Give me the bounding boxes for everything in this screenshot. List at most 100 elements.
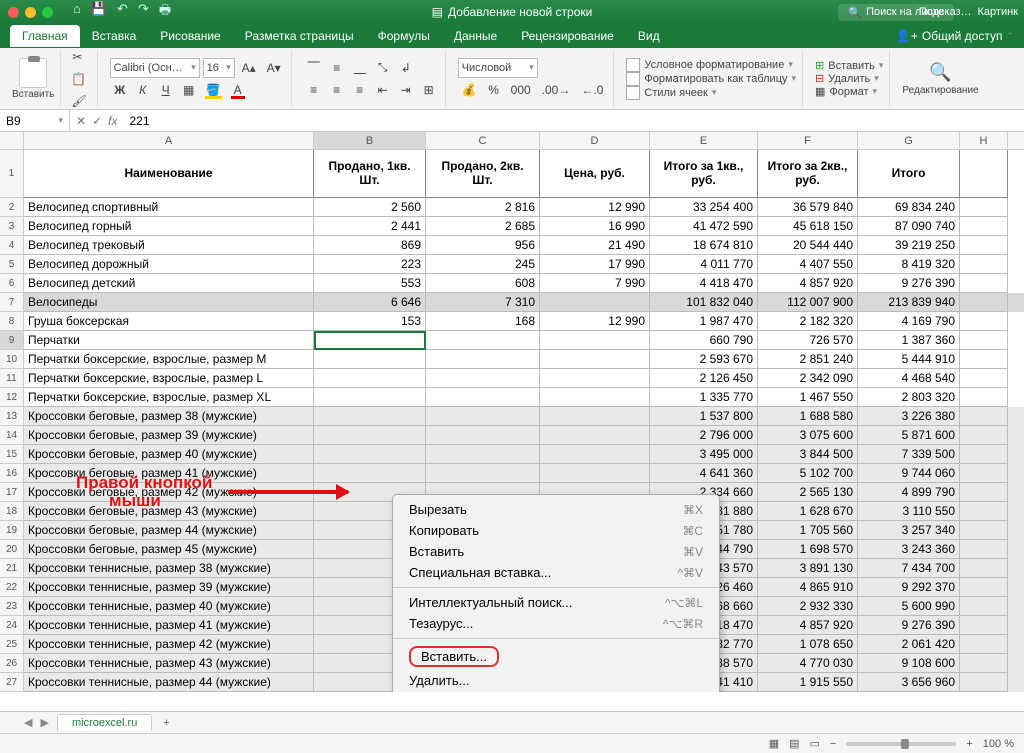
cell-total[interactable]: 9 276 390 <box>858 616 960 635</box>
header-price[interactable]: Цена, руб. <box>540 150 650 198</box>
cell-q1[interactable]: 2 441 <box>314 217 426 236</box>
maximize-window-icon[interactable] <box>42 7 53 18</box>
ctx-thesaurus[interactable]: Тезаурус...^⌥⌘R <box>393 613 719 634</box>
home-icon[interactable]: ⌂ <box>73 1 81 23</box>
cell-t2[interactable]: 4 857 920 <box>758 274 858 293</box>
cell-price[interactable] <box>540 426 650 445</box>
ctx-clear[interactable]: Очистить содержимое <box>393 691 719 692</box>
cell-empty[interactable] <box>960 331 1008 350</box>
undo-icon[interactable]: ↶ <box>117 1 128 23</box>
cell-t1[interactable]: 660 790 <box>650 331 758 350</box>
row-header[interactable]: 14 <box>0 426 23 445</box>
cell-name[interactable]: Кроссовки беговые, размер 40 (мужские) <box>24 445 314 464</box>
tab-home[interactable]: Главная <box>10 25 80 47</box>
font-color-icon[interactable]: A <box>228 80 248 100</box>
cell-q2[interactable] <box>426 331 540 350</box>
cell-q1[interactable] <box>314 331 426 350</box>
cell-total[interactable]: 3 656 960 <box>858 673 960 692</box>
cell-total[interactable]: 1 387 360 <box>858 331 960 350</box>
cell-empty[interactable] <box>960 597 1008 616</box>
wrap-text-icon[interactable]: ↲ <box>396 58 416 78</box>
cell-total[interactable]: 9 744 060 <box>858 464 960 483</box>
cell-name[interactable]: Кроссовки теннисные, размер 43 (мужские) <box>24 654 314 673</box>
cell-total[interactable]: 4 899 790 <box>858 483 960 502</box>
row-header[interactable]: 3 <box>0 217 23 236</box>
font-size-select[interactable]: 16▾ <box>203 58 235 78</box>
indent-left-icon[interactable]: ⇤ <box>373 80 393 100</box>
row-header[interactable]: 7 <box>0 293 23 312</box>
cell-total[interactable]: 9 108 600 <box>858 654 960 673</box>
cell-empty[interactable] <box>960 198 1008 217</box>
cut-icon[interactable]: ✂ <box>67 47 87 67</box>
cell-total[interactable]: 4 468 540 <box>858 369 960 388</box>
zoom-in-icon[interactable]: + <box>966 738 972 750</box>
cell-t2[interactable]: 1 705 560 <box>758 521 858 540</box>
name-box[interactable]: B9▾ <box>0 110 70 131</box>
cell-empty[interactable] <box>960 673 1008 692</box>
col-header-c[interactable]: C <box>426 132 540 149</box>
cell-t2[interactable]: 2 851 240 <box>758 350 858 369</box>
merge-icon[interactable]: ⊞ <box>419 80 439 100</box>
cell-t1[interactable]: 3 495 000 <box>650 445 758 464</box>
row-header[interactable]: 20 <box>0 540 23 559</box>
format-painter-icon[interactable]: 🖌 <box>67 91 90 111</box>
tab-nav-right-icon[interactable]: ▶ <box>40 716 48 729</box>
cell-q2[interactable]: 2 685 <box>426 217 540 236</box>
cell-empty[interactable] <box>960 635 1008 654</box>
percent-icon[interactable]: % <box>484 80 504 100</box>
cell-q1[interactable] <box>314 426 426 445</box>
cell-price[interactable] <box>540 464 650 483</box>
col-header-e[interactable]: E <box>650 132 758 149</box>
cell-total[interactable]: 87 090 740 <box>858 217 960 236</box>
number-format-select[interactable]: Числовой▾ <box>458 58 538 78</box>
comma-icon[interactable]: 000 <box>507 80 535 100</box>
cell-total[interactable]: 39 219 250 <box>858 236 960 255</box>
row-header[interactable]: 8 <box>0 312 23 331</box>
cell-q1[interactable] <box>314 445 426 464</box>
minimize-window-icon[interactable] <box>25 7 36 18</box>
cell-price[interactable]: 17 990 <box>540 255 650 274</box>
header-total[interactable]: Итого <box>858 150 960 198</box>
col-header-f[interactable]: F <box>758 132 858 149</box>
cell-name[interactable]: Перчатки боксерские, взрослые, размер XL <box>24 388 314 407</box>
add-sheet-button[interactable]: + <box>156 714 176 732</box>
align-top-icon[interactable]: ⎺ <box>304 58 324 78</box>
cell-t1[interactable]: 33 254 400 <box>650 198 758 217</box>
cell-t2[interactable]: 2 565 130 <box>758 483 858 502</box>
cell-q1[interactable] <box>314 407 426 426</box>
cell-total[interactable]: 7 434 700 <box>858 559 960 578</box>
cell-t2[interactable]: 3 075 600 <box>758 426 858 445</box>
row-header[interactable]: 22 <box>0 578 23 597</box>
cell-price[interactable]: 12 990 <box>540 312 650 331</box>
cell-name[interactable]: Кроссовки беговые, размер 45 (мужские) <box>24 540 314 559</box>
align-middle-icon[interactable]: ≡ <box>327 58 347 78</box>
cell-t2[interactable]: 4 857 920 <box>758 616 858 635</box>
cell-empty[interactable] <box>960 388 1008 407</box>
cell-t2[interactable]: 112 007 900 <box>758 293 858 312</box>
cell-empty[interactable] <box>960 217 1008 236</box>
cell-price[interactable]: 12 990 <box>540 198 650 217</box>
sheet-tab[interactable]: microexcel.ru <box>57 714 152 731</box>
row-header[interactable]: 4 <box>0 236 23 255</box>
cell-t2[interactable]: 2 932 330 <box>758 597 858 616</box>
align-bottom-icon[interactable]: ⎽ <box>350 58 370 78</box>
italic-button[interactable]: К <box>133 80 153 100</box>
cell-q2[interactable]: 956 <box>426 236 540 255</box>
cell-q2[interactable]: 608 <box>426 274 540 293</box>
row-header[interactable]: 6 <box>0 274 23 293</box>
cell-total[interactable]: 5 600 990 <box>858 597 960 616</box>
cell-t1[interactable]: 2 126 450 <box>650 369 758 388</box>
cell-empty[interactable] <box>960 578 1008 597</box>
cell-price[interactable] <box>540 331 650 350</box>
header-q2-qty[interactable]: Продано, 2кв. Шт. <box>426 150 540 198</box>
redo-icon[interactable]: ↷ <box>138 1 149 23</box>
cell-t2[interactable]: 1 688 580 <box>758 407 858 426</box>
cell-t1[interactable]: 2 796 000 <box>650 426 758 445</box>
cell-q1[interactable]: 553 <box>314 274 426 293</box>
cell-name[interactable]: Велосипед горный <box>24 217 314 236</box>
cell-empty[interactable] <box>960 274 1008 293</box>
cell-t1[interactable]: 2 593 670 <box>650 350 758 369</box>
cell-t1[interactable]: 4 641 360 <box>650 464 758 483</box>
ctx-paste-special[interactable]: Специальная вставка...^⌘V <box>393 562 719 583</box>
cell-t2[interactable]: 4 407 550 <box>758 255 858 274</box>
